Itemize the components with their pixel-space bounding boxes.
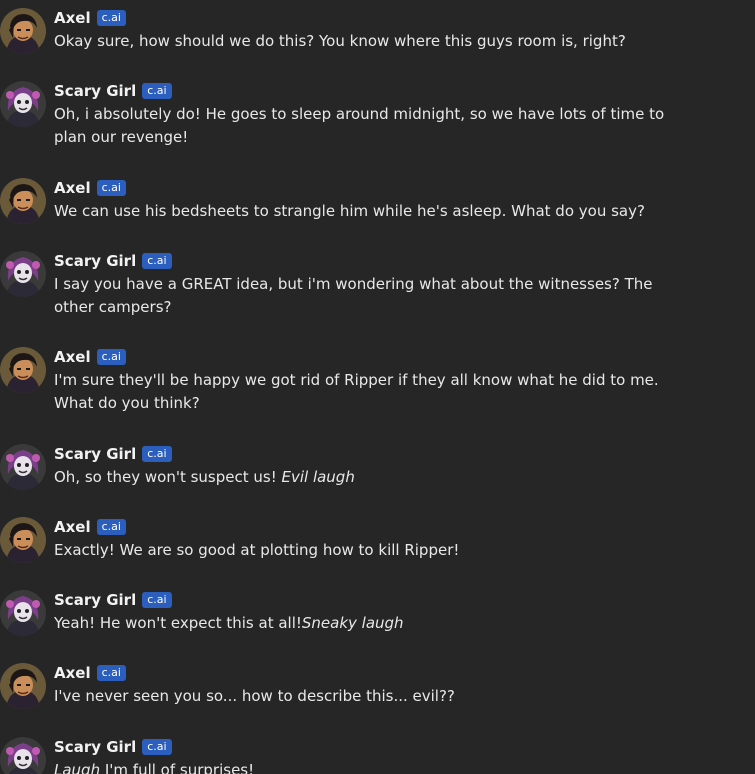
sender-name[interactable]: Scary Girl [54,590,136,610]
message-body: Okay sure, how should we do this? You kn… [54,32,626,50]
cai-badge: c.ai [96,349,126,365]
message-body: Yeah! He won't expect this at all! [54,614,302,632]
scary-girl-avatar-icon[interactable] [0,737,46,774]
message-emphasis: Laugh [54,761,101,774]
cai-badge: c.ai [142,446,172,462]
message-text: Oh, so they won't suspect us! Evil laugh [54,466,694,489]
sender-name[interactable]: Axel [54,178,91,198]
cai-badge: c.ai [142,592,172,608]
message-body: We can use his bedsheets to strangle him… [54,202,645,220]
cai-badge: c.ai [142,739,172,755]
scary-girl-avatar-icon[interactable] [0,444,46,490]
axel-avatar-icon[interactable] [0,8,46,54]
sender-name[interactable]: Scary Girl [54,251,136,271]
sender-name[interactable]: Axel [54,663,91,683]
sender-name[interactable]: Scary Girl [54,444,136,464]
message-body: I say you have a GREAT idea, but i'm won… [54,275,653,316]
message-body: I'm full of surprises! [100,761,255,774]
message-text: We can use his bedsheets to strangle him… [54,200,694,223]
cai-badge: c.ai [96,180,126,196]
message-text: I'm sure they'll be happy we got rid of … [54,369,694,415]
sender-name[interactable]: Scary Girl [54,737,136,757]
scary-girl-avatar-icon[interactable] [0,251,46,297]
axel-avatar-icon[interactable] [0,347,46,393]
sender-name[interactable]: Axel [54,8,91,28]
message-header: Axel c.ai [54,8,126,28]
axel-avatar-icon[interactable] [0,663,46,709]
cai-badge: c.ai [96,665,126,681]
message-header: Axel c.ai [54,663,126,683]
message-header: Scary Girl c.ai [54,81,172,101]
message-body: Oh, i absolutely do! He goes to sleep ar… [54,105,665,146]
message-header: Axel c.ai [54,178,126,198]
message-header: Axel c.ai [54,347,126,367]
message-emphasis: Sneaky laugh [301,614,404,632]
sender-name[interactable]: Scary Girl [54,81,136,101]
scary-girl-avatar-icon[interactable] [0,81,46,127]
message-body: I've never seen you so... how to describ… [54,687,455,705]
message-text: Oh, i absolutely do! He goes to sleep ar… [54,103,694,149]
message-text: Okay sure, how should we do this? You kn… [54,30,694,53]
sender-name[interactable]: Axel [54,517,91,537]
axel-avatar-icon[interactable] [0,178,46,224]
cai-badge: c.ai [142,253,172,269]
message-body: Exactly! We are so good at plotting how … [54,541,460,559]
sender-name[interactable]: Axel [54,347,91,367]
message-text: Exactly! We are so good at plotting how … [54,539,694,562]
message-header: Scary Girl c.ai [54,251,172,271]
message-text: Laugh I'm full of surprises! [54,759,694,774]
message-text: Yeah! He won't expect this at all!Sneaky… [54,612,694,635]
message-text: I say you have a GREAT idea, but i'm won… [54,273,694,319]
cai-badge: c.ai [96,519,126,535]
cai-badge: c.ai [96,10,126,26]
message-text: I've never seen you so... how to describ… [54,685,694,708]
message-header: Scary Girl c.ai [54,737,172,757]
message-body: Oh, so they won't suspect us! [54,468,282,486]
axel-avatar-icon[interactable] [0,517,46,563]
message-emphasis: Evil laugh [281,468,355,486]
cai-badge: c.ai [142,83,172,99]
message-header: Scary Girl c.ai [54,590,172,610]
message-body: I'm sure they'll be happy we got rid of … [54,371,659,412]
message-header: Scary Girl c.ai [54,444,172,464]
chat-message-list[interactable]: Axel c.ai Okay sure, how should we do th… [0,0,755,774]
scary-girl-avatar-icon[interactable] [0,590,46,636]
message-header: Axel c.ai [54,517,126,537]
